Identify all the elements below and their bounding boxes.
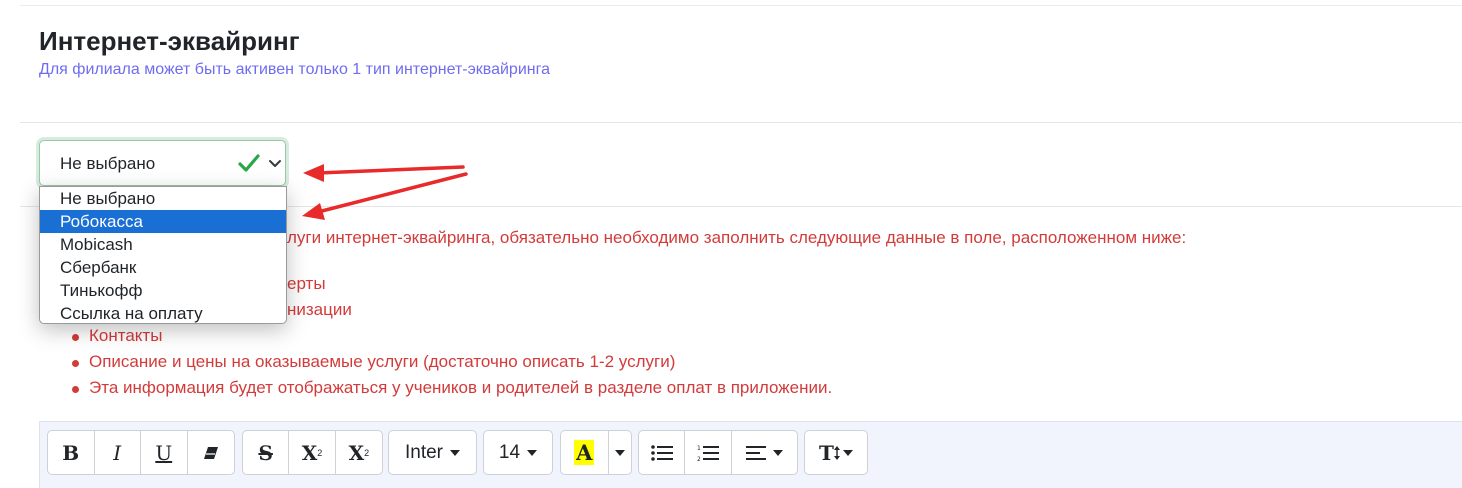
highlight-color-dropdown[interactable] <box>609 431 631 474</box>
align-left-icon <box>745 445 766 460</box>
notice-item: Эта информация будет отображаться у учен… <box>71 378 833 397</box>
font-size-button[interactable]: 14 <box>484 431 552 474</box>
notice-item: Описание и цены на оказываемые услуги (д… <box>71 352 676 371</box>
text-style-dropdown[interactable]: T <box>804 430 868 475</box>
highlight-group: A <box>560 430 632 475</box>
script-group: S X2 X2 <box>242 430 383 475</box>
align-dropdown[interactable] <box>732 431 797 474</box>
line-height-button[interactable]: T <box>805 431 867 474</box>
option-sberbank[interactable]: Сбербанк <box>40 256 286 279</box>
format-group: B I U <box>47 430 235 475</box>
highlight-icon: A <box>574 440 595 465</box>
chevron-down-icon <box>269 160 281 167</box>
notice-item: низации <box>287 300 352 319</box>
font-size-value: 14 <box>498 441 521 463</box>
arrow-annotation <box>303 164 465 182</box>
bullet-list-button[interactable] <box>639 431 686 474</box>
highlight-button[interactable]: A <box>561 431 609 474</box>
notice-intro: луги интернет-эквайринга, обязательно не… <box>287 228 1187 247</box>
superscript-button[interactable]: X2 <box>289 431 336 474</box>
paragraph-group: 1 2 <box>638 430 798 475</box>
eraser-icon <box>203 446 218 459</box>
caret-down-icon <box>842 449 853 456</box>
font-family-value: Inter <box>404 441 444 463</box>
text-height-icon: T <box>819 440 834 465</box>
option-tinkoff[interactable]: Тинькофф <box>40 279 286 302</box>
subscript-icon: X <box>348 440 365 465</box>
top-divider <box>20 5 1462 6</box>
option-mobicash[interactable]: Mobicash <box>40 233 286 256</box>
svg-text:2: 2 <box>697 456 701 462</box>
page-subtitle: Для филиала может быть активен только 1 … <box>39 61 550 78</box>
font-family-dropdown[interactable]: Inter <box>388 430 477 475</box>
check-icon <box>238 154 260 172</box>
italic-button[interactable]: I <box>95 431 141 474</box>
select-dropdown: Не выбрано Робокасса Mobicash Сбербанк Т… <box>39 186 287 324</box>
option-none[interactable]: Не выбрано <box>40 187 286 210</box>
numbered-list-button[interactable]: 1 2 <box>685 431 732 474</box>
page-title: Интернет-эквайринг <box>39 26 300 56</box>
bullet-list-icon <box>650 444 673 461</box>
notice-item: ерты <box>287 274 326 293</box>
select-value: Не выбрано <box>60 154 156 173</box>
section-divider <box>20 122 1462 123</box>
vertical-arrows-icon <box>833 445 840 460</box>
font-size-dropdown[interactable]: 14 <box>483 430 553 475</box>
font-family-button[interactable]: Inter <box>389 431 476 474</box>
subscript-button[interactable]: X2 <box>336 431 382 474</box>
caret-down-icon <box>527 449 538 456</box>
option-robokassa[interactable]: Робокасса <box>40 210 286 233</box>
option-payment-link[interactable]: Ссылка на оплату <box>40 302 286 323</box>
notice-item: Контакты <box>71 326 163 345</box>
caret-down-icon <box>772 449 783 456</box>
rich-text-editor: B I U S X2 X2 Inter 14 A 1 2 T <box>39 421 1462 488</box>
superscript-icon: X <box>301 440 318 465</box>
bold-button[interactable]: B <box>48 431 95 474</box>
caret-down-icon <box>614 449 625 456</box>
numbered-list-icon: 1 2 <box>697 445 720 462</box>
acquiring-type-select[interactable]: Не выбрано <box>39 140 286 186</box>
strikethrough-button[interactable]: S <box>243 431 290 474</box>
caret-down-icon <box>450 449 461 456</box>
arrow-annotation <box>302 172 468 220</box>
underline-button[interactable]: U <box>141 431 188 474</box>
svg-text:1: 1 <box>697 445 701 452</box>
eraser-button[interactable] <box>188 431 234 474</box>
